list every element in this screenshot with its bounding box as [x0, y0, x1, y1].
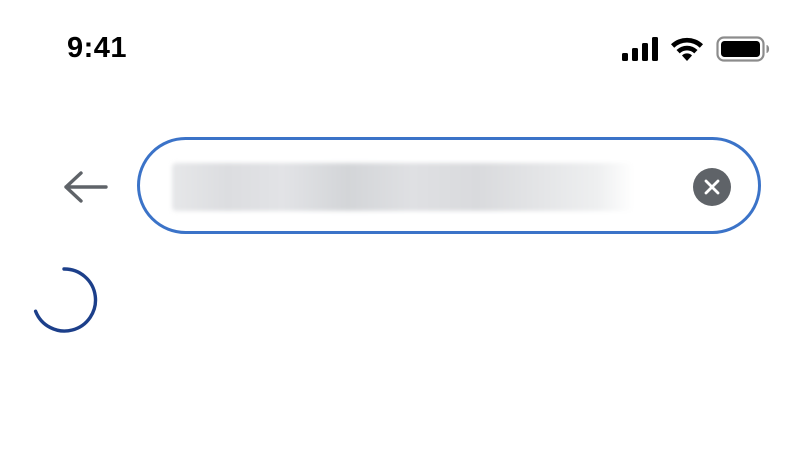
- search-screen: 9:41: [0, 0, 800, 450]
- wifi-icon: [670, 37, 704, 62]
- back-button[interactable]: [58, 164, 112, 210]
- close-icon: [704, 179, 720, 195]
- clear-search-button[interactable]: [693, 168, 731, 206]
- cellular-signal-icon: [622, 37, 658, 61]
- loading-spinner-icon: [33, 267, 98, 333]
- status-time: 9:41: [67, 32, 128, 64]
- battery-icon: [716, 36, 770, 62]
- status-icons: [622, 34, 770, 64]
- search-box[interactable]: [137, 137, 761, 234]
- search-input[interactable]: [172, 163, 632, 211]
- arrow-left-icon: [64, 171, 108, 203]
